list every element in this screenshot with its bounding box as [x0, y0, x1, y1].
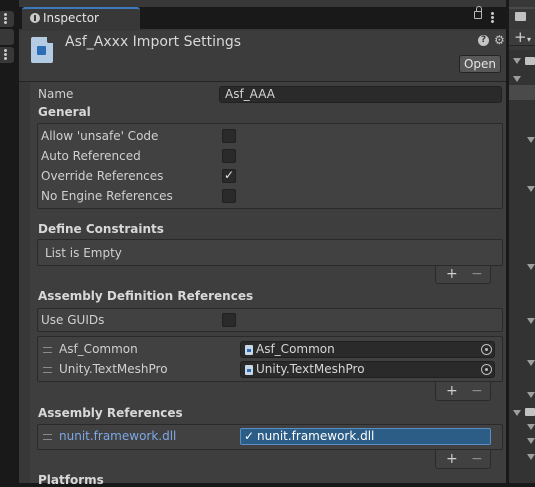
folder-icon[interactable]	[515, 12, 526, 21]
drag-handle-icon[interactable]	[43, 434, 52, 440]
no-engine-references-label: No Engine References	[41, 189, 173, 203]
checkmark-icon: ✓	[243, 429, 255, 443]
lock-icon[interactable]	[474, 6, 482, 19]
header-title: Asf_Axxx Import Settings	[65, 34, 242, 50]
assembly-asset-icon	[31, 37, 53, 63]
expand-arrow-icon[interactable]	[527, 438, 535, 444]
expand-arrow-icon[interactable]	[527, 424, 535, 430]
folder-icon[interactable]	[525, 57, 535, 65]
help-icon[interactable]: ?	[478, 35, 489, 46]
expand-arrow-icon[interactable]	[513, 58, 521, 64]
tab-inspector-label: Inspector	[43, 11, 99, 25]
info-icon	[30, 13, 40, 23]
left-strip-field[interactable]	[0, 29, 14, 45]
adr-object-value: Asf_Common	[256, 342, 335, 356]
list-empty-text: List is Empty	[45, 246, 122, 260]
adr-object-value: Unity.TextMeshPro	[256, 362, 365, 376]
expand-arrow-icon[interactable]	[527, 137, 535, 143]
expand-arrow-icon[interactable]	[527, 186, 535, 192]
adr-add-button[interactable]: +	[446, 383, 458, 399]
assembly-asset-icon	[245, 345, 253, 355]
auto-referenced-label: Auto Referenced	[41, 149, 141, 163]
general-header: General	[38, 105, 91, 119]
ar-add-button[interactable]: +	[446, 451, 458, 467]
ar-item-name: nunit.framework.dll	[59, 429, 177, 443]
adr-remove-button[interactable]: −	[471, 383, 483, 399]
assembly-dropdown-selected-item[interactable]: ✓ nunit.framework.dll	[240, 428, 491, 445]
use-guids-row	[37, 308, 503, 332]
override-references-checkbox[interactable]	[222, 168, 236, 183]
expand-arrow-icon[interactable]	[527, 392, 535, 398]
expand-arrow-icon[interactable]	[527, 360, 535, 366]
object-picker-icon[interactable]	[481, 364, 492, 375]
no-engine-references-checkbox[interactable]	[222, 189, 236, 203]
ar-remove-button[interactable]: −	[471, 451, 483, 467]
object-picker-icon[interactable]	[481, 344, 492, 355]
define-constraints-add-button[interactable]: +	[446, 266, 458, 282]
assembly-references-header: Assembly References	[38, 406, 183, 420]
expand-arrow-icon[interactable]	[513, 76, 521, 82]
drag-handle-icon[interactable]	[43, 367, 52, 373]
adr-item-name: Asf_Common	[59, 342, 138, 356]
expand-arrow-icon[interactable]	[527, 454, 535, 460]
name-field[interactable]: Asf_AAA	[219, 86, 502, 103]
expand-arrow-icon[interactable]	[527, 264, 535, 270]
gear-icon[interactable]: ⚙	[494, 34, 505, 46]
left-dock-strip	[0, 0, 19, 483]
adr-item-name: Unity.TextMeshPro	[59, 362, 168, 376]
open-button[interactable]: Open	[459, 55, 501, 73]
chevron-down-icon[interactable]: ▾	[527, 35, 531, 44]
define-constraints-remove-button[interactable]: −	[471, 266, 483, 282]
define-constraints-header: Define Constraints	[38, 222, 164, 236]
platforms-header: Platforms	[38, 473, 104, 487]
expand-arrow-icon[interactable]	[513, 410, 521, 416]
name-label: Name	[38, 87, 74, 101]
project-tree-selected-row[interactable]	[509, 85, 535, 100]
use-guids-label: Use GUIDs	[41, 313, 105, 327]
expand-arrow-icon[interactable]	[527, 318, 535, 324]
allow-unsafe-label: Allow 'unsafe' Code	[41, 129, 159, 143]
assembly-asset-icon	[245, 365, 253, 375]
auto-referenced-checkbox[interactable]	[222, 149, 236, 163]
kebab-menu-icon[interactable]	[491, 12, 494, 24]
allow-unsafe-checkbox[interactable]	[222, 129, 236, 143]
folder-icon[interactable]	[525, 408, 535, 416]
override-references-label: Override References	[41, 169, 164, 183]
dropdown-item-label: nunit.framework.dll	[257, 429, 375, 443]
assembly-definition-references-header: Assembly Definition References	[38, 289, 254, 303]
left-strip-menu-button[interactable]	[0, 11, 14, 27]
drag-handle-icon[interactable]	[43, 347, 52, 353]
use-guids-checkbox[interactable]	[222, 313, 236, 327]
left-strip-menu-button-2[interactable]	[0, 47, 14, 63]
add-icon[interactable]: +	[514, 29, 527, 45]
